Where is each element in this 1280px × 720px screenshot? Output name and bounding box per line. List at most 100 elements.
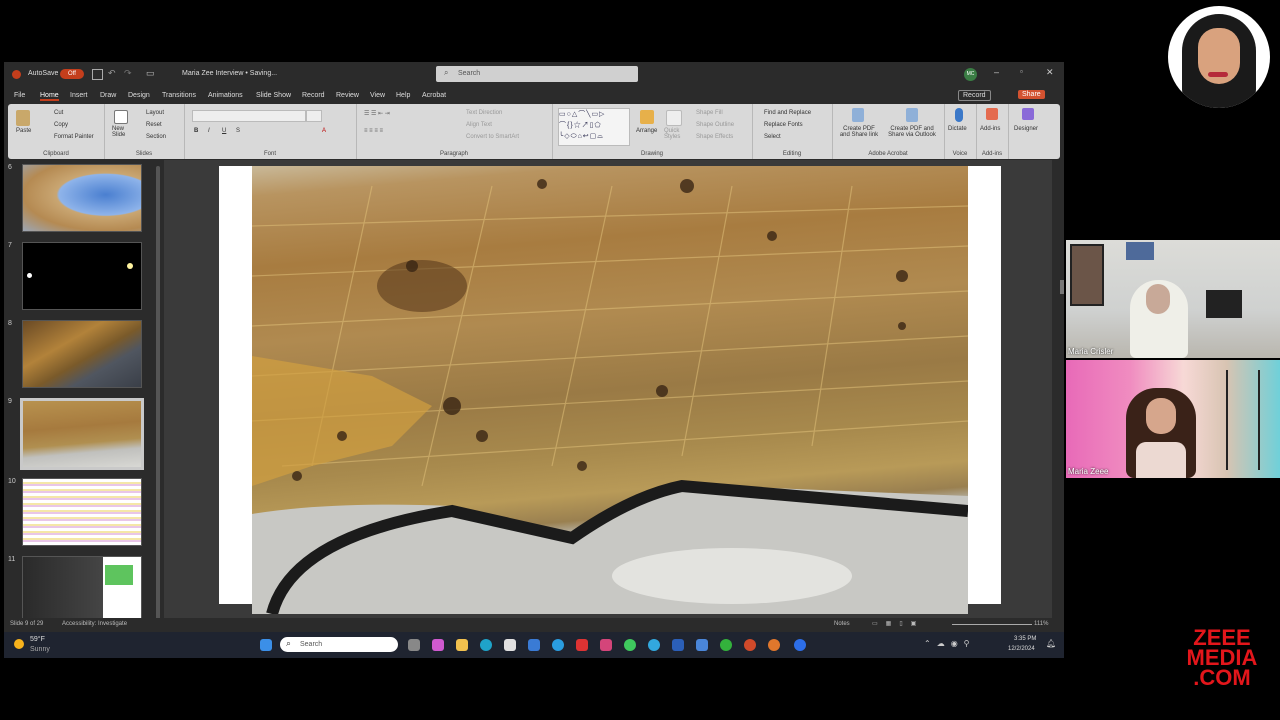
replace-fonts-button[interactable]: Replace Fonts [764,122,803,128]
taskbar-search[interactable]: ⌕ Search [280,637,398,652]
redo-icon[interactable]: ↷ [124,68,132,79]
tab-slide-show[interactable]: Slide Show [256,92,291,99]
create-pdf-outlook-button[interactable]: Create PDF and Share via Outlook [884,126,940,138]
copilot-icon[interactable] [432,639,444,651]
participant-tile[interactable]: Maria Crisler [1066,240,1280,358]
new-slide-icon[interactable] [114,110,128,124]
tab-home[interactable]: Home [40,92,59,101]
participant-tile[interactable]: Maria Zeee [1066,360,1280,478]
underline-icon[interactable]: U [222,128,226,134]
quick-styles-button[interactable]: Quick Styles [664,128,684,140]
arrange-button[interactable]: Arrange [636,128,657,134]
new-slide-button[interactable]: New Slide [112,126,132,138]
system-tray-icons[interactable]: ⌃☁◉⚲ [924,639,976,648]
arrange-icon[interactable] [640,110,654,124]
powerpoint-taskbar-icon[interactable] [744,639,756,651]
view-buttons[interactable]: ▭▦▯▣ [872,620,924,627]
undo-icon[interactable]: ↶ [108,68,116,79]
find-replace-button[interactable]: Find and Replace [764,110,811,116]
tab-help[interactable]: Help [396,92,410,99]
font-size-input[interactable] [306,110,322,122]
telegram-icon[interactable] [648,639,660,651]
tab-draw[interactable]: Draw [100,92,116,99]
clock-time[interactable]: 3:35 PM [1014,636,1036,642]
microphone-icon[interactable] [955,108,963,122]
slide-thumbnail-selected[interactable] [20,398,144,470]
tab-file[interactable]: File [14,92,25,99]
designer-button[interactable]: Designer [1014,126,1038,132]
pdf-share-icon[interactable] [852,108,864,122]
thumbnail-scrollbar[interactable] [156,166,160,626]
minimize-icon[interactable]: – [994,67,999,77]
record-button[interactable]: Record [958,90,991,101]
select-button[interactable]: Select [764,134,781,140]
file-explorer-icon[interactable] [456,639,468,651]
share-button[interactable]: Share [1018,90,1045,99]
dictate-button[interactable]: Dictate [948,126,967,132]
shapes-gallery[interactable]: ▭○△⌒╲▭▷ ⌒{}☆↗▯⬠ ╰◇⬭⌂↩▢⌓ [558,108,630,146]
copy-button[interactable]: Copy [54,122,68,128]
font-color-icon[interactable]: A [322,128,326,134]
reset-button[interactable]: Reset [146,122,162,128]
weather-icon[interactable] [14,639,24,649]
tab-view[interactable]: View [370,92,385,99]
slide-thumbnail[interactable] [22,478,142,546]
format-painter-button[interactable]: Format Painter [54,134,94,140]
zoom-slider[interactable] [952,624,1032,625]
slide[interactable] [219,166,1001,614]
pdf-outlook-icon[interactable] [906,108,918,122]
paste-icon[interactable] [16,110,30,126]
autosave-toggle[interactable]: Off [60,69,84,79]
shape-outline-button[interactable]: Shape Outline [696,122,734,128]
align-text-button[interactable]: Align Text [466,122,492,128]
canvas-scrollbar[interactable] [1060,280,1064,294]
create-pdf-share-button[interactable]: Create PDF and Share link [838,126,880,138]
clock-date[interactable]: 12/2/2024 [1008,646,1035,652]
slide-image[interactable] [252,166,968,614]
settings-icon[interactable] [720,639,732,651]
tab-insert[interactable]: Insert [70,92,88,99]
app-icon[interactable] [576,639,588,651]
text-direction-button[interactable]: Text Direction [466,110,502,116]
whatsapp-icon[interactable] [624,639,636,651]
document-title[interactable]: Maria Zee Interview • Saving... [182,70,277,77]
quick-styles-icon[interactable] [666,110,682,126]
shadow-icon[interactable]: S [236,128,240,134]
shape-fill-button[interactable]: Shape Fill [696,110,723,116]
bold-icon[interactable]: B [194,128,198,134]
notes-button[interactable]: Notes [834,621,850,627]
tab-animations[interactable]: Animations [208,92,243,99]
paste-button[interactable]: Paste [16,128,31,134]
designer-icon[interactable] [1022,108,1034,120]
word-icon[interactable] [672,639,684,651]
accessibility-status[interactable]: Accessibility: Investigate [62,621,127,627]
slide-thumbnail[interactable] [22,164,142,232]
slide-thumbnail[interactable] [22,556,142,624]
slide-thumbnail[interactable] [22,242,142,310]
tab-transitions[interactable]: Transitions [162,92,196,99]
tab-design[interactable]: Design [128,92,150,99]
addins-icon[interactable] [986,108,998,120]
app-icon[interactable] [528,639,540,651]
zoom-level[interactable]: 111% [1034,621,1048,627]
app-icon[interactable] [768,639,780,651]
align-icons[interactable]: ≡ ≡ ≡ ≡ [364,128,383,134]
present-icon[interactable]: ▭ [146,68,155,79]
cut-button[interactable]: Cut [54,110,63,116]
restore-icon[interactable]: ▫ [1020,67,1023,76]
zoom-icon[interactable] [794,639,806,651]
bullets-icon[interactable]: ☰ ☰ ⇤ ⇥ [364,110,390,117]
convert-smartart-button[interactable]: Convert to SmartArt [466,134,519,140]
tab-record[interactable]: Record [302,92,325,99]
store-icon[interactable] [504,639,516,651]
tab-acrobat[interactable]: Acrobat [422,92,446,99]
app-icon[interactable] [696,639,708,651]
close-icon[interactable]: ✕ [1046,67,1054,78]
section-button[interactable]: Section [146,134,166,140]
skype-icon[interactable] [552,639,564,651]
font-name-input[interactable] [192,110,306,122]
user-avatar[interactable]: MC [964,68,977,81]
addins-button[interactable]: Add-ins [980,126,1000,132]
tab-review[interactable]: Review [336,92,359,99]
windows-start-icon[interactable] [260,639,272,651]
